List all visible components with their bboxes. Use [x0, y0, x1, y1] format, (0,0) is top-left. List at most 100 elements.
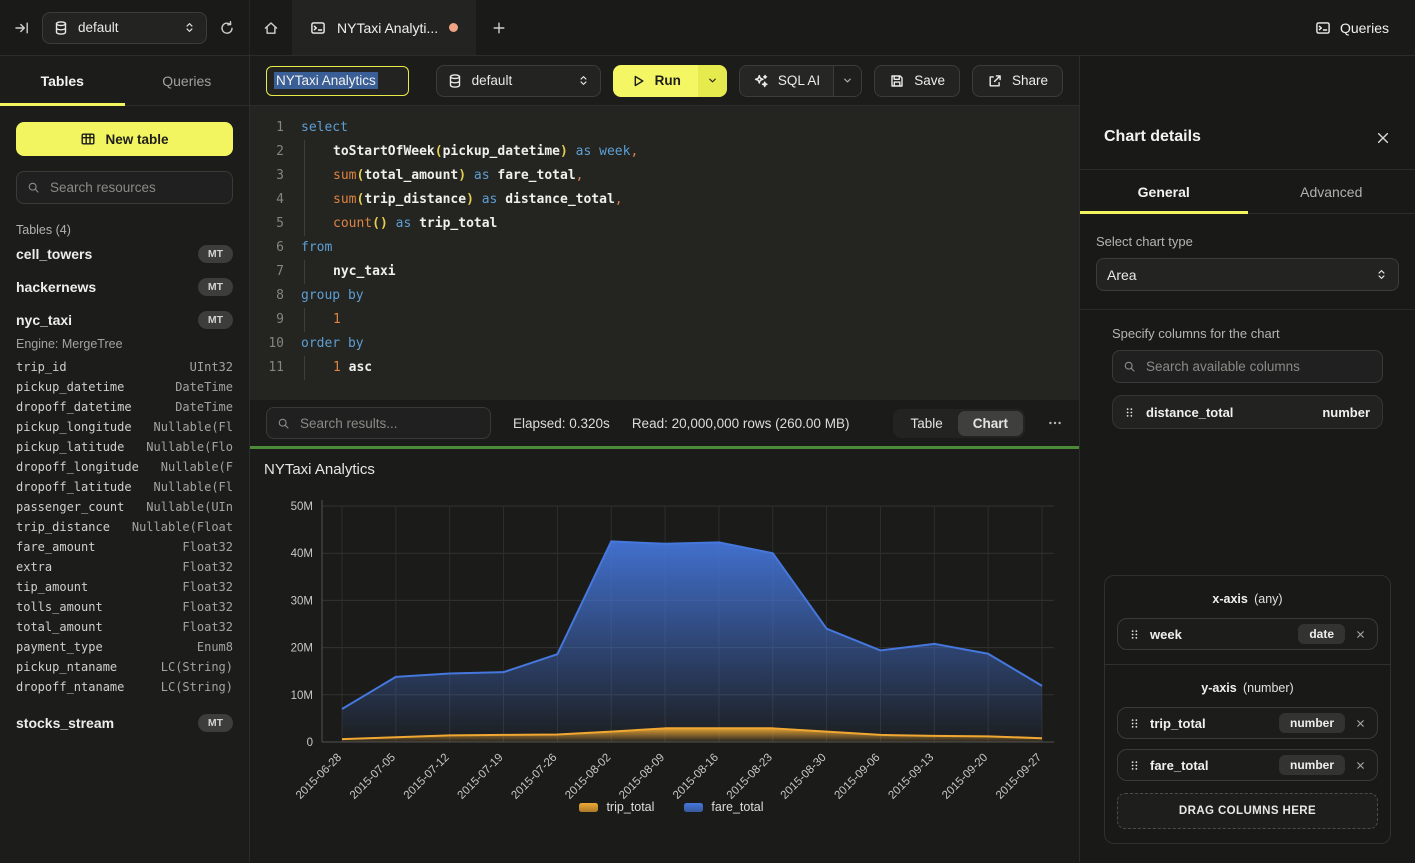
drop-zone[interactable]: DRAG COLUMNS HERE [1117, 793, 1378, 829]
table-item[interactable]: nyc_taxiMT [16, 303, 233, 336]
remove-column-icon[interactable] [1354, 628, 1367, 641]
column-type: UInt32 [190, 360, 233, 374]
unsaved-changes-dot [449, 23, 458, 32]
chart-type-select[interactable]: Area [1096, 258, 1399, 291]
remove-column-icon[interactable] [1354, 759, 1367, 772]
share-icon [987, 73, 1003, 89]
column-type: Nullable(F [161, 460, 233, 474]
search-icon [1123, 360, 1136, 373]
chart-details-header: Chart details [1080, 56, 1415, 170]
columns-label: Specify columns for the chart [1112, 326, 1383, 341]
run-button-group: Run [613, 65, 727, 97]
query-tab[interactable]: NYTaxi Analyti... [292, 0, 476, 55]
sql-ai-button[interactable]: SQL AI [740, 66, 833, 96]
legend-item[interactable]: trip_total [579, 800, 654, 814]
chart-details-body: Select chart type Area Specify columns f… [1080, 214, 1415, 862]
more-options-icon[interactable] [1047, 415, 1063, 431]
sparkles-icon [753, 73, 769, 89]
column-name: total_amount [16, 620, 103, 634]
topbar-database-selector[interactable]: default [42, 12, 207, 44]
new-tab-button[interactable] [491, 20, 507, 36]
tables-section-label: Tables (4) [16, 223, 233, 237]
run-options-button[interactable] [698, 65, 727, 97]
close-icon[interactable] [1375, 130, 1391, 146]
column-type: Nullable(Flo [146, 440, 233, 454]
code-line: 1select [260, 116, 1079, 140]
search-columns-input[interactable] [1144, 358, 1372, 375]
updown-chevron-icon [577, 74, 590, 87]
save-button[interactable]: Save [874, 65, 960, 97]
refresh-icon[interactable] [219, 20, 235, 36]
column-name: pickup_datetime [16, 380, 124, 394]
legend-swatch [579, 803, 598, 812]
updown-chevron-icon [183, 21, 196, 34]
queries-label: Queries [1340, 20, 1389, 36]
code-text: toStartOfWeek(pickup_datetime) as week, [301, 140, 638, 164]
column-card-name: trip_total [1150, 716, 1270, 731]
column-name: dropoff_longitude [16, 460, 139, 474]
queries-button[interactable]: Queries [1315, 20, 1389, 36]
view-toggle-table[interactable]: Table [895, 411, 957, 436]
play-icon [630, 73, 646, 89]
y-axis-heading: y-axis (number) [1117, 678, 1378, 697]
legend-item[interactable]: fare_total [684, 800, 763, 814]
column-card[interactable]: distance_totalnumber [1112, 395, 1383, 429]
sql-editor[interactable]: 1select2toStartOfWeek(pickup_datetime) a… [250, 106, 1079, 400]
new-table-button[interactable]: New table [16, 122, 233, 156]
column-card[interactable]: weekdate [1117, 618, 1378, 650]
column-name: trip_id [16, 360, 67, 374]
table-name: cell_towers [16, 246, 92, 262]
search-results-input[interactable] [298, 415, 480, 432]
column-type: Float32 [182, 560, 233, 574]
column-row: dropoff_datetimeDateTime [16, 397, 233, 417]
table-item[interactable]: stocks_streamMT [16, 706, 233, 739]
column-row: tip_amountFloat32 [16, 577, 233, 597]
search-resources-input[interactable] [48, 179, 222, 196]
sql-ai-options-button[interactable] [833, 66, 861, 96]
main-area: NYTaxi Analytics default Run [250, 56, 1079, 862]
svg-text:2015-07-19: 2015-07-19 [456, 752, 506, 802]
tab-tables[interactable]: Tables [0, 56, 125, 105]
column-type: Float32 [182, 620, 233, 634]
column-card[interactable]: fare_totalnumber [1117, 749, 1378, 781]
column-type: LC(String) [161, 660, 233, 674]
query-title-selected-text: NYTaxi Analytics [274, 72, 378, 89]
tab-advanced[interactable]: Advanced [1248, 170, 1415, 213]
column-type: Nullable(Fl [154, 420, 233, 434]
chart-details-title: Chart details [1104, 128, 1201, 146]
sidebar: Tables Queries New table Tables (4) cell… [0, 56, 250, 862]
home-button[interactable] [263, 20, 279, 36]
collapse-sidebar-icon[interactable] [14, 20, 30, 36]
chevron-down-icon [706, 74, 719, 87]
chart-details-tabs: General Advanced [1080, 170, 1415, 214]
column-type: LC(String) [161, 680, 233, 694]
table-item[interactable]: hackernewsMT [16, 270, 233, 303]
tab-queries[interactable]: Queries [125, 56, 250, 105]
query-database-value: default [472, 73, 568, 88]
column-name: passenger_count [16, 500, 124, 514]
svg-text:2015-08-23: 2015-08-23 [725, 752, 775, 802]
code-line: 111 asc [260, 356, 1079, 380]
column-name: tolls_amount [16, 600, 103, 614]
code-line: 5count() as trip_total [260, 212, 1079, 236]
view-toggle-chart[interactable]: Chart [958, 411, 1023, 436]
query-database-selector[interactable]: default [436, 65, 601, 97]
tab-general[interactable]: General [1080, 170, 1248, 213]
svg-text:2015-08-09: 2015-08-09 [617, 752, 667, 802]
table-item[interactable]: cell_towersMT [16, 237, 233, 270]
svg-text:50M: 50M [291, 501, 313, 513]
line-number: 11 [260, 356, 284, 380]
query-header: NYTaxi Analytics default Run [250, 56, 1079, 106]
code-line: 8group by [260, 284, 1079, 308]
search-results-box [266, 407, 491, 439]
column-card[interactable]: trip_totalnumber [1117, 707, 1378, 739]
line-number: 7 [260, 260, 284, 284]
table-grid-icon [80, 131, 96, 147]
query-title-input[interactable]: NYTaxi Analytics [266, 66, 409, 96]
run-label: Run [655, 73, 681, 88]
area-chart[interactable]: 010M20M30M40M50M2015-06-282015-07-052015… [264, 480, 1078, 810]
share-button[interactable]: Share [972, 65, 1063, 97]
axis-config-box: x-axis (any)weekdate y-axis (number)trip… [1104, 575, 1391, 844]
remove-column-icon[interactable] [1354, 717, 1367, 730]
run-button[interactable]: Run [613, 65, 698, 97]
